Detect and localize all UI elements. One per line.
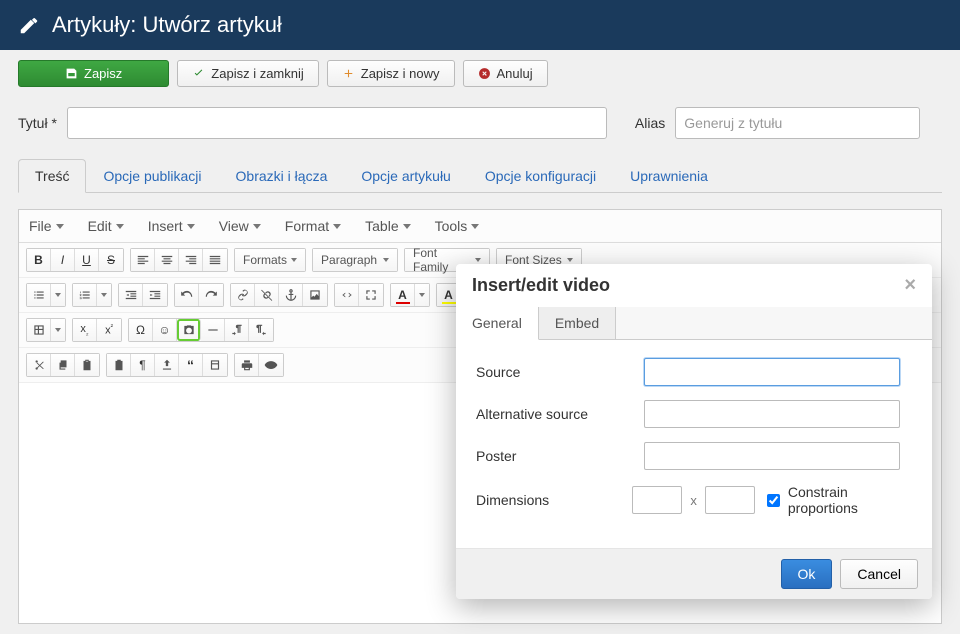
tab-config-options[interactable]: Opcje konfiguracji [468,159,613,193]
editor-menu-format[interactable]: Format [285,218,341,234]
modal-title: Insert/edit video [472,275,610,296]
dim-separator: x [690,493,697,508]
save-new-button[interactable]: Zapisz i nowy [327,60,455,87]
save-apply-icon [65,67,78,80]
page-title: Artykuły: Utwórz artykuł [52,12,282,38]
align-center-button[interactable] [155,249,179,271]
modal-close-button[interactable]: × [904,274,916,297]
content-tabs: Treść Opcje publikacji Obrazki i łącza O… [18,159,942,193]
strikethrough-button[interactable]: S [99,249,123,271]
outdent-button[interactable] [119,284,143,306]
poster-label: Poster [476,448,636,464]
paste-button[interactable] [75,354,99,376]
superscript-button[interactable]: x² [97,319,121,341]
tab-publishing[interactable]: Opcje publikacji [86,159,218,193]
page-header: Artykuły: Utwórz artykuł [0,0,960,50]
anchor-button[interactable] [279,284,303,306]
emoticons-button[interactable]: ☺ [153,319,177,341]
check-icon [192,67,205,80]
image-button[interactable] [303,284,327,306]
special-char-button[interactable]: Ω [129,319,153,341]
save-label: Zapisz [84,66,122,81]
editor-menu-view[interactable]: View [219,218,261,234]
tab-permissions[interactable]: Uprawnienia [613,159,725,193]
underline-button[interactable]: U [75,249,99,271]
tab-images[interactable]: Obrazki i łącza [219,159,345,193]
formats-dropdown[interactable]: Formats [235,249,305,271]
blockquote-button[interactable]: “ [179,354,203,376]
align-left-button[interactable] [131,249,155,271]
alt-source-label: Alternative source [476,406,636,422]
table-caret[interactable] [51,319,65,341]
save-close-label: Zapisz i zamknij [211,66,303,81]
modal-cancel-button[interactable]: Cancel [840,559,918,589]
source-code-button[interactable] [335,284,359,306]
plus-icon [342,67,355,80]
save-button[interactable]: Zapisz [18,60,169,87]
poster-input[interactable] [644,442,900,470]
constrain-label: Constrain proportions [788,484,912,516]
cut-button[interactable] [27,354,51,376]
title-label: Tytuł * [18,115,57,131]
width-input[interactable] [632,486,682,514]
text-color-caret[interactable] [415,284,429,306]
actions-toolbar: Zapisz Zapisz i zamknij Zapisz i nowy An… [0,50,960,97]
numbered-list-caret[interactable] [97,284,111,306]
tab-content[interactable]: Treść [18,159,86,193]
copy-button[interactable] [51,354,75,376]
numbered-list-button[interactable] [73,284,97,306]
text-color-button[interactable]: A [391,284,415,306]
constrain-checkbox[interactable] [767,494,780,507]
insert-video-modal: Insert/edit video × General Embed Source… [456,264,932,599]
save-new-label: Zapisz i nowy [361,66,440,81]
save-close-button[interactable]: Zapisz i zamknij [177,60,318,87]
align-justify-button[interactable] [203,249,227,271]
bullet-list-button[interactable] [27,284,51,306]
modal-tab-general[interactable]: General [456,307,539,340]
cancel-icon [478,67,491,80]
source-label: Source [476,364,636,380]
paragraph-dropdown[interactable]: Paragraph [313,249,397,271]
template-button[interactable] [203,354,227,376]
indent-button[interactable] [143,284,167,306]
title-input[interactable] [67,107,607,139]
pencil-icon [18,14,40,36]
print-button[interactable] [235,354,259,376]
align-right-button[interactable] [179,249,203,271]
editor-menu-file[interactable]: File [29,218,64,234]
redo-button[interactable] [199,284,223,306]
source-input[interactable] [644,358,900,386]
alias-label: Alias [635,115,665,131]
modal-tab-embed[interactable]: Embed [539,307,616,339]
editor-menu-edit[interactable]: Edit [88,218,124,234]
show-blocks-button[interactable]: ¶ [131,354,155,376]
undo-button[interactable] [175,284,199,306]
unlink-button[interactable] [255,284,279,306]
alt-source-input[interactable] [644,400,900,428]
dimensions-label: Dimensions [476,492,624,508]
cancel-button[interactable]: Anuluj [463,60,548,87]
ltr-button[interactable] [225,319,249,341]
tab-article-options[interactable]: Opcje artykułu [344,159,467,193]
editor-menu-table[interactable]: Table [365,218,410,234]
cancel-label: Anuluj [497,66,533,81]
rtl-button[interactable] [249,319,273,341]
fullscreen-button[interactable] [359,284,383,306]
media-button[interactable] [177,319,201,341]
italic-button[interactable]: I [51,249,75,271]
modal-ok-button[interactable]: Ok [781,559,833,589]
subscript-button[interactable]: x₂ [73,319,97,341]
paste-text-button[interactable] [107,354,131,376]
editor-menu-insert[interactable]: Insert [148,218,195,234]
table-button[interactable] [27,319,51,341]
editor-menu-tools[interactable]: Tools [435,218,480,234]
height-input[interactable] [705,486,755,514]
upload-button[interactable] [155,354,179,376]
preview-button[interactable] [259,354,283,376]
link-button[interactable] [231,284,255,306]
bullet-list-caret[interactable] [51,284,65,306]
bold-button[interactable]: B [27,249,51,271]
alias-input[interactable] [675,107,920,139]
hr-button[interactable] [201,319,225,341]
